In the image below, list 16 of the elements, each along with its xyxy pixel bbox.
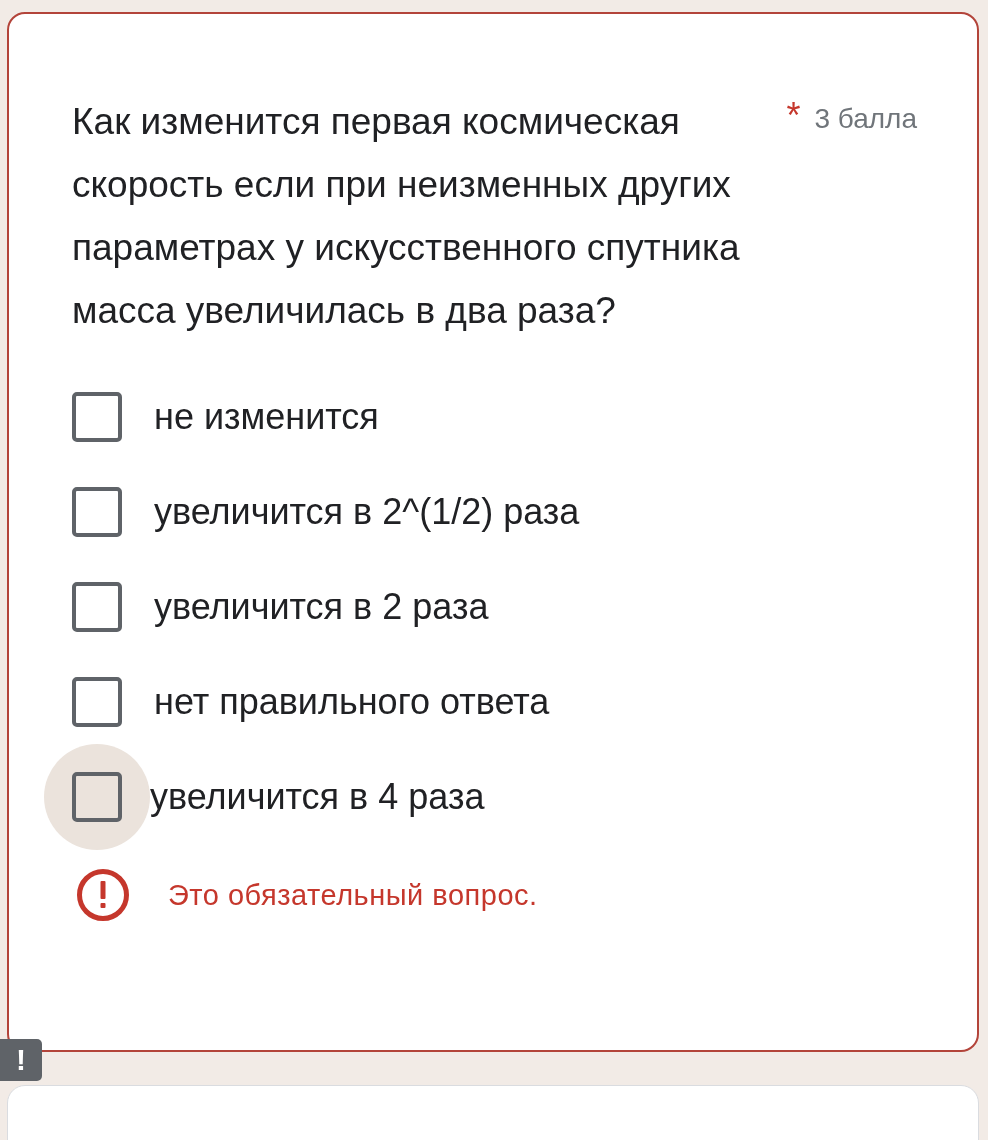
checkbox[interactable] (72, 582, 122, 632)
option-label[interactable]: не изменится (154, 396, 379, 438)
question-text: Как изменится первая космическая скорость если при неизменных других параметрах у искусственного спутника масса увеличилась в два раза? (72, 100, 741, 333)
option-label[interactable]: увеличится в 2 раза (154, 586, 489, 628)
error-icon (76, 868, 130, 922)
option-label[interactable]: увеличится в 4 раза (150, 776, 485, 818)
checkbox[interactable] (72, 392, 122, 442)
option-label[interactable]: увеличится в 2^(1/2) раза (154, 491, 580, 533)
checkbox[interactable] (72, 487, 122, 537)
side-badge[interactable]: ! (0, 1039, 42, 1081)
option-label[interactable]: нет правильного ответа (154, 681, 550, 723)
checkbox[interactable] (72, 772, 122, 822)
required-mark: * (786, 98, 801, 134)
error-message: Это обязательный вопрос. (168, 878, 538, 912)
points-label: 3 балла (814, 102, 917, 136)
checkbox[interactable] (72, 677, 122, 727)
